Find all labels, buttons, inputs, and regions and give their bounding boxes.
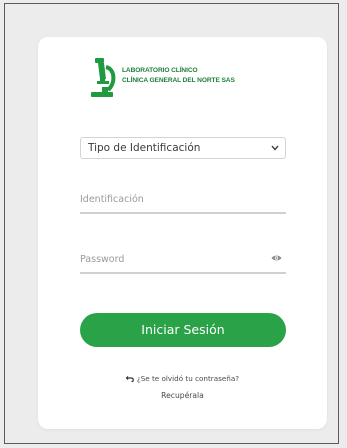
brand-name: LABORATORIO CLÍNICO CLÍNICA GENERAL DEL … (122, 66, 235, 86)
undo-icon (125, 376, 134, 383)
login-card: LABORATORIO CLÍNICO CLÍNICA GENERAL DEL … (38, 37, 327, 429)
login-button[interactable]: Iniciar Sesión (80, 313, 286, 347)
recover-password-link[interactable]: Recupérala (38, 391, 327, 400)
id-type-select[interactable]: Tipo de Identificación (80, 137, 286, 159)
id-type-selected: Tipo de Identificación (88, 142, 201, 154)
identification-placeholder: Identificación (80, 194, 144, 205)
password-underline (80, 272, 286, 274)
brand-line-1: LABORATORIO CLÍNICO (122, 67, 198, 74)
identification-field[interactable]: Identificación (80, 190, 286, 214)
microscope-icon (91, 58, 116, 97)
identification-underline (80, 212, 286, 214)
forgot-password-text: ¿Se te olvidó tu contraseña? (136, 374, 240, 383)
password-field[interactable]: Password (80, 250, 286, 274)
brand-line-2: CLÍNICA GENERAL DEL NORTE SAS (122, 77, 235, 84)
brand-logo: LABORATORIO CLÍNICO CLÍNICA GENERAL DEL … (88, 57, 288, 101)
password-placeholder: Password (80, 254, 125, 265)
forgot-password-row: ¿Se te olvidó tu contraseña? (38, 374, 327, 383)
chevron-down-icon (271, 145, 279, 151)
eye-icon[interactable] (271, 254, 282, 262)
page-frame: LABORATORIO CLÍNICO CLÍNICA GENERAL DEL … (4, 3, 339, 444)
